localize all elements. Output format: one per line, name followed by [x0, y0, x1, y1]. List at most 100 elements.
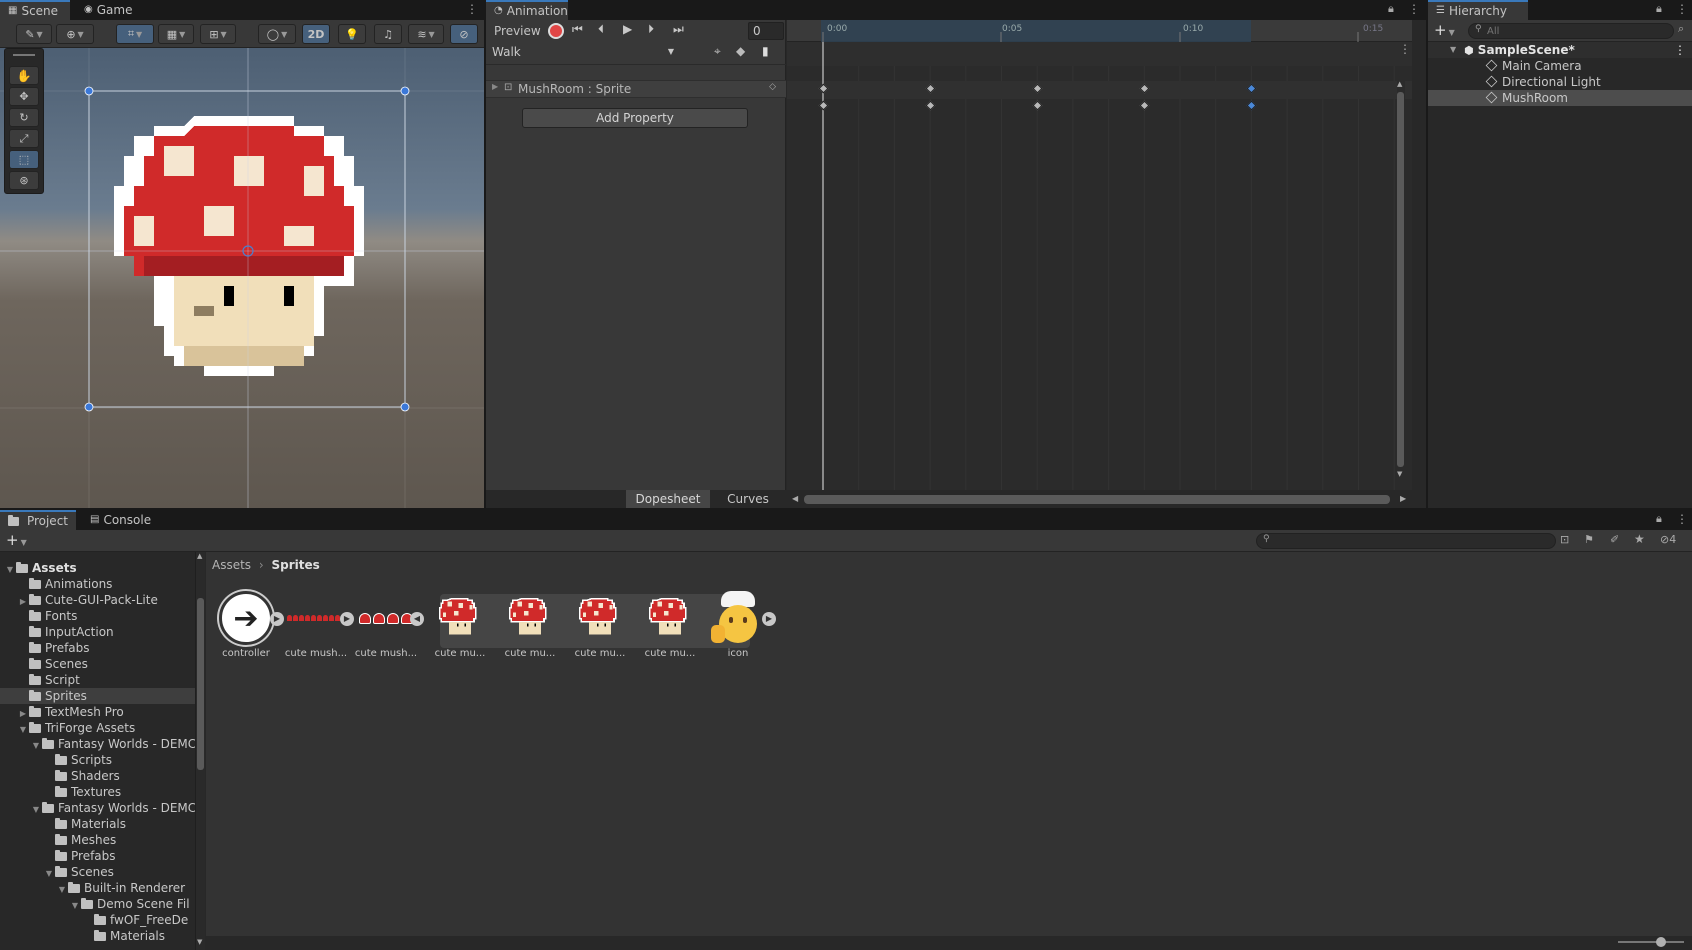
keyframe-diamond[interactable] [1139, 83, 1149, 93]
keyframe-diamond[interactable] [1139, 100, 1149, 110]
scale-tool[interactable]: ⤢ [9, 129, 39, 148]
increment-snap[interactable]: ⊞ ▼ [200, 24, 236, 44]
hierarchy-search[interactable]: ⚲ [1468, 23, 1674, 39]
hierarchy-item[interactable]: Main Camera [1428, 58, 1692, 74]
tab-dopesheet[interactable]: Dopesheet [626, 490, 710, 508]
hierarchy-item[interactable]: Directional Light [1428, 74, 1692, 90]
lighting-toggle[interactable]: 💡 [338, 24, 366, 44]
keyframe-diamond[interactable] [925, 83, 935, 93]
project-menu-icon[interactable]: ⋮ [1676, 512, 1688, 526]
draw-mode-dropdown[interactable]: ✎ ▼ [16, 24, 52, 44]
clip-dropdown[interactable]: Walk ▼ [488, 42, 678, 62]
asset-item[interactable]: cute mu... [638, 590, 702, 666]
tree-item[interactable]: Prefabs [0, 848, 195, 864]
tree-item[interactable]: ▼ Demo Scene Fil [0, 896, 195, 912]
rotate-tool[interactable]: ↻ [9, 108, 39, 127]
add-property-button[interactable]: Add Property [522, 108, 748, 128]
tree-item-selected[interactable]: Sprites [0, 688, 195, 704]
tab-game[interactable]: ◉ Game [76, 0, 146, 20]
transform-tool[interactable]: ⊛ [9, 171, 39, 190]
hierarchy-scene-row[interactable]: ▼ ⬢ SampleScene* ⋮ [1428, 42, 1692, 58]
scene-menu-icon[interactable]: ⋮ [466, 2, 478, 16]
play-button[interactable]: ▶ [623, 22, 632, 36]
keyframe-diamond[interactable] [925, 100, 935, 110]
audio-toggle[interactable]: ♫ [374, 24, 402, 44]
hidden-packages-toggle[interactable]: ⊘4 [1660, 533, 1676, 546]
overlay-grip[interactable] [13, 54, 35, 56]
prev-key-button[interactable]: ⏴ [598, 22, 604, 37]
hand-tool[interactable]: ✋ [9, 66, 39, 85]
grid-toggle[interactable]: ▦ ▼ [158, 24, 194, 44]
tree-scroll-up-icon[interactable]: ▲ [197, 552, 202, 560]
vscroll-down-icon[interactable]: ▼ [1397, 470, 1402, 478]
expand-down-icon[interactable]: ▼ [43, 866, 55, 880]
expand-down-icon[interactable]: ▼ [30, 738, 42, 752]
asset-item[interactable]: cute mu... [428, 590, 492, 666]
tree-item[interactable]: Materials [0, 928, 195, 944]
expand-arrow-icon[interactable]: ▶ [340, 612, 354, 626]
add-keyframe-icon[interactable]: ◆ [736, 44, 745, 58]
keyframe-filter-icon[interactable]: ⌖ [714, 44, 721, 59]
tag-icon[interactable]: ✐ [1610, 533, 1619, 546]
tree-item[interactable]: ▼ Fantasy Worlds - DEMC [0, 800, 195, 816]
frame-field[interactable]: 0 [748, 22, 784, 40]
tab-curves[interactable]: Curves [710, 490, 786, 508]
global-toggle[interactable]: ⊕ ▼ [56, 24, 94, 44]
hierarchy-add-button[interactable]: + ▼ [1434, 21, 1455, 39]
tree-item[interactable]: Fonts [0, 608, 195, 624]
timeline-hscroll[interactable] [804, 495, 1390, 504]
tree-item[interactable]: Prefabs [0, 640, 195, 656]
search-by-type-icon[interactable]: ⊡ [1560, 533, 1569, 546]
hierarchy-search-input[interactable] [1487, 25, 1667, 37]
expand-down-icon[interactable]: ▼ [56, 882, 68, 896]
favorite-icon[interactable]: ★ [1634, 532, 1645, 546]
collapse-arrow-icon[interactable]: ◀ [410, 612, 424, 626]
zoom-slider-thumb[interactable] [1656, 937, 1666, 947]
effects-toggle[interactable]: ≋ ▼ [408, 24, 444, 44]
first-key-button[interactable]: ⏮ [572, 22, 583, 37]
expand-arrow-icon[interactable]: ▶ [492, 82, 498, 91]
tree-scrollbar[interactable]: ▲ ▼ [196, 552, 205, 950]
vscroll-up-icon[interactable]: ▲ [1397, 80, 1402, 88]
scene-row-menu-icon[interactable]: ⋮ [1674, 42, 1686, 58]
expand-arrow-icon[interactable]: ▶ [762, 612, 776, 626]
preview-toggle[interactable]: Preview [490, 22, 545, 40]
timeline-vscroll[interactable]: ▲ ▼ [1397, 80, 1405, 480]
tree-item[interactable]: InputAction [0, 624, 195, 640]
expand-down-icon[interactable]: ▼ [30, 802, 42, 816]
timeline-area[interactable]: 0:00 0:05 0:10 0:15 ▲ ▼ ⋮ [787, 20, 1412, 490]
tree-scroll-thumb[interactable] [197, 598, 204, 770]
tree-item[interactable]: Materials [0, 816, 195, 832]
tree-item[interactable]: ▼ Assets [0, 560, 195, 576]
hierarchy-item-selected[interactable]: MushRoom [1428, 90, 1692, 106]
tab-project[interactable]: Project [0, 510, 76, 530]
keyframe-diamond[interactable] [1246, 83, 1256, 93]
tab-console[interactable]: ▤ Console [82, 510, 162, 530]
asset-item[interactable]: cute mu... [498, 590, 562, 666]
tab-scene[interactable]: ▦ Scene [0, 0, 70, 20]
hierarchy-menu-icon[interactable]: ⋮ [1676, 2, 1688, 16]
expand-down-icon[interactable]: ▼ [69, 898, 81, 912]
hierarchy-lock-icon[interactable]: 🔒︎ [1656, 2, 1662, 16]
tree-item[interactable]: ▶ TextMesh Pro [0, 704, 195, 720]
anim-menu-icon-right[interactable]: ⋮ [1399, 42, 1411, 56]
keyframe-diamond[interactable] [1032, 83, 1042, 93]
record-button[interactable] [548, 23, 564, 39]
tree-item[interactable]: Scenes [0, 656, 195, 672]
project-search[interactable]: ⚲ [1256, 533, 1556, 549]
asset-item[interactable]: cute mu... [568, 590, 632, 666]
tree-scroll-down-icon[interactable]: ▼ [197, 938, 202, 946]
next-key-button[interactable]: ⏵ [648, 22, 654, 37]
zoom-slider[interactable] [1618, 937, 1684, 947]
tree-item[interactable]: Script [0, 672, 195, 688]
tree-item[interactable]: ▼ Scenes [0, 864, 195, 880]
hscroll-left-icon[interactable]: ◀ [792, 494, 798, 503]
tab-hierarchy[interactable]: ☰ Hierarchy [1428, 0, 1528, 20]
keyframe-diamond[interactable] [1246, 100, 1256, 110]
lock-icon[interactable]: 🔒︎ [1388, 2, 1394, 16]
scene-viewport[interactable] [0, 48, 484, 508]
toggle-2d-button[interactable]: 2D [302, 24, 330, 44]
tree-item[interactable]: ▶ Cute-GUI-Pack-Lite [0, 592, 195, 608]
vscroll-thumb[interactable] [1397, 92, 1404, 467]
scene-search-icon[interactable]: ⌕ [1678, 22, 1684, 36]
